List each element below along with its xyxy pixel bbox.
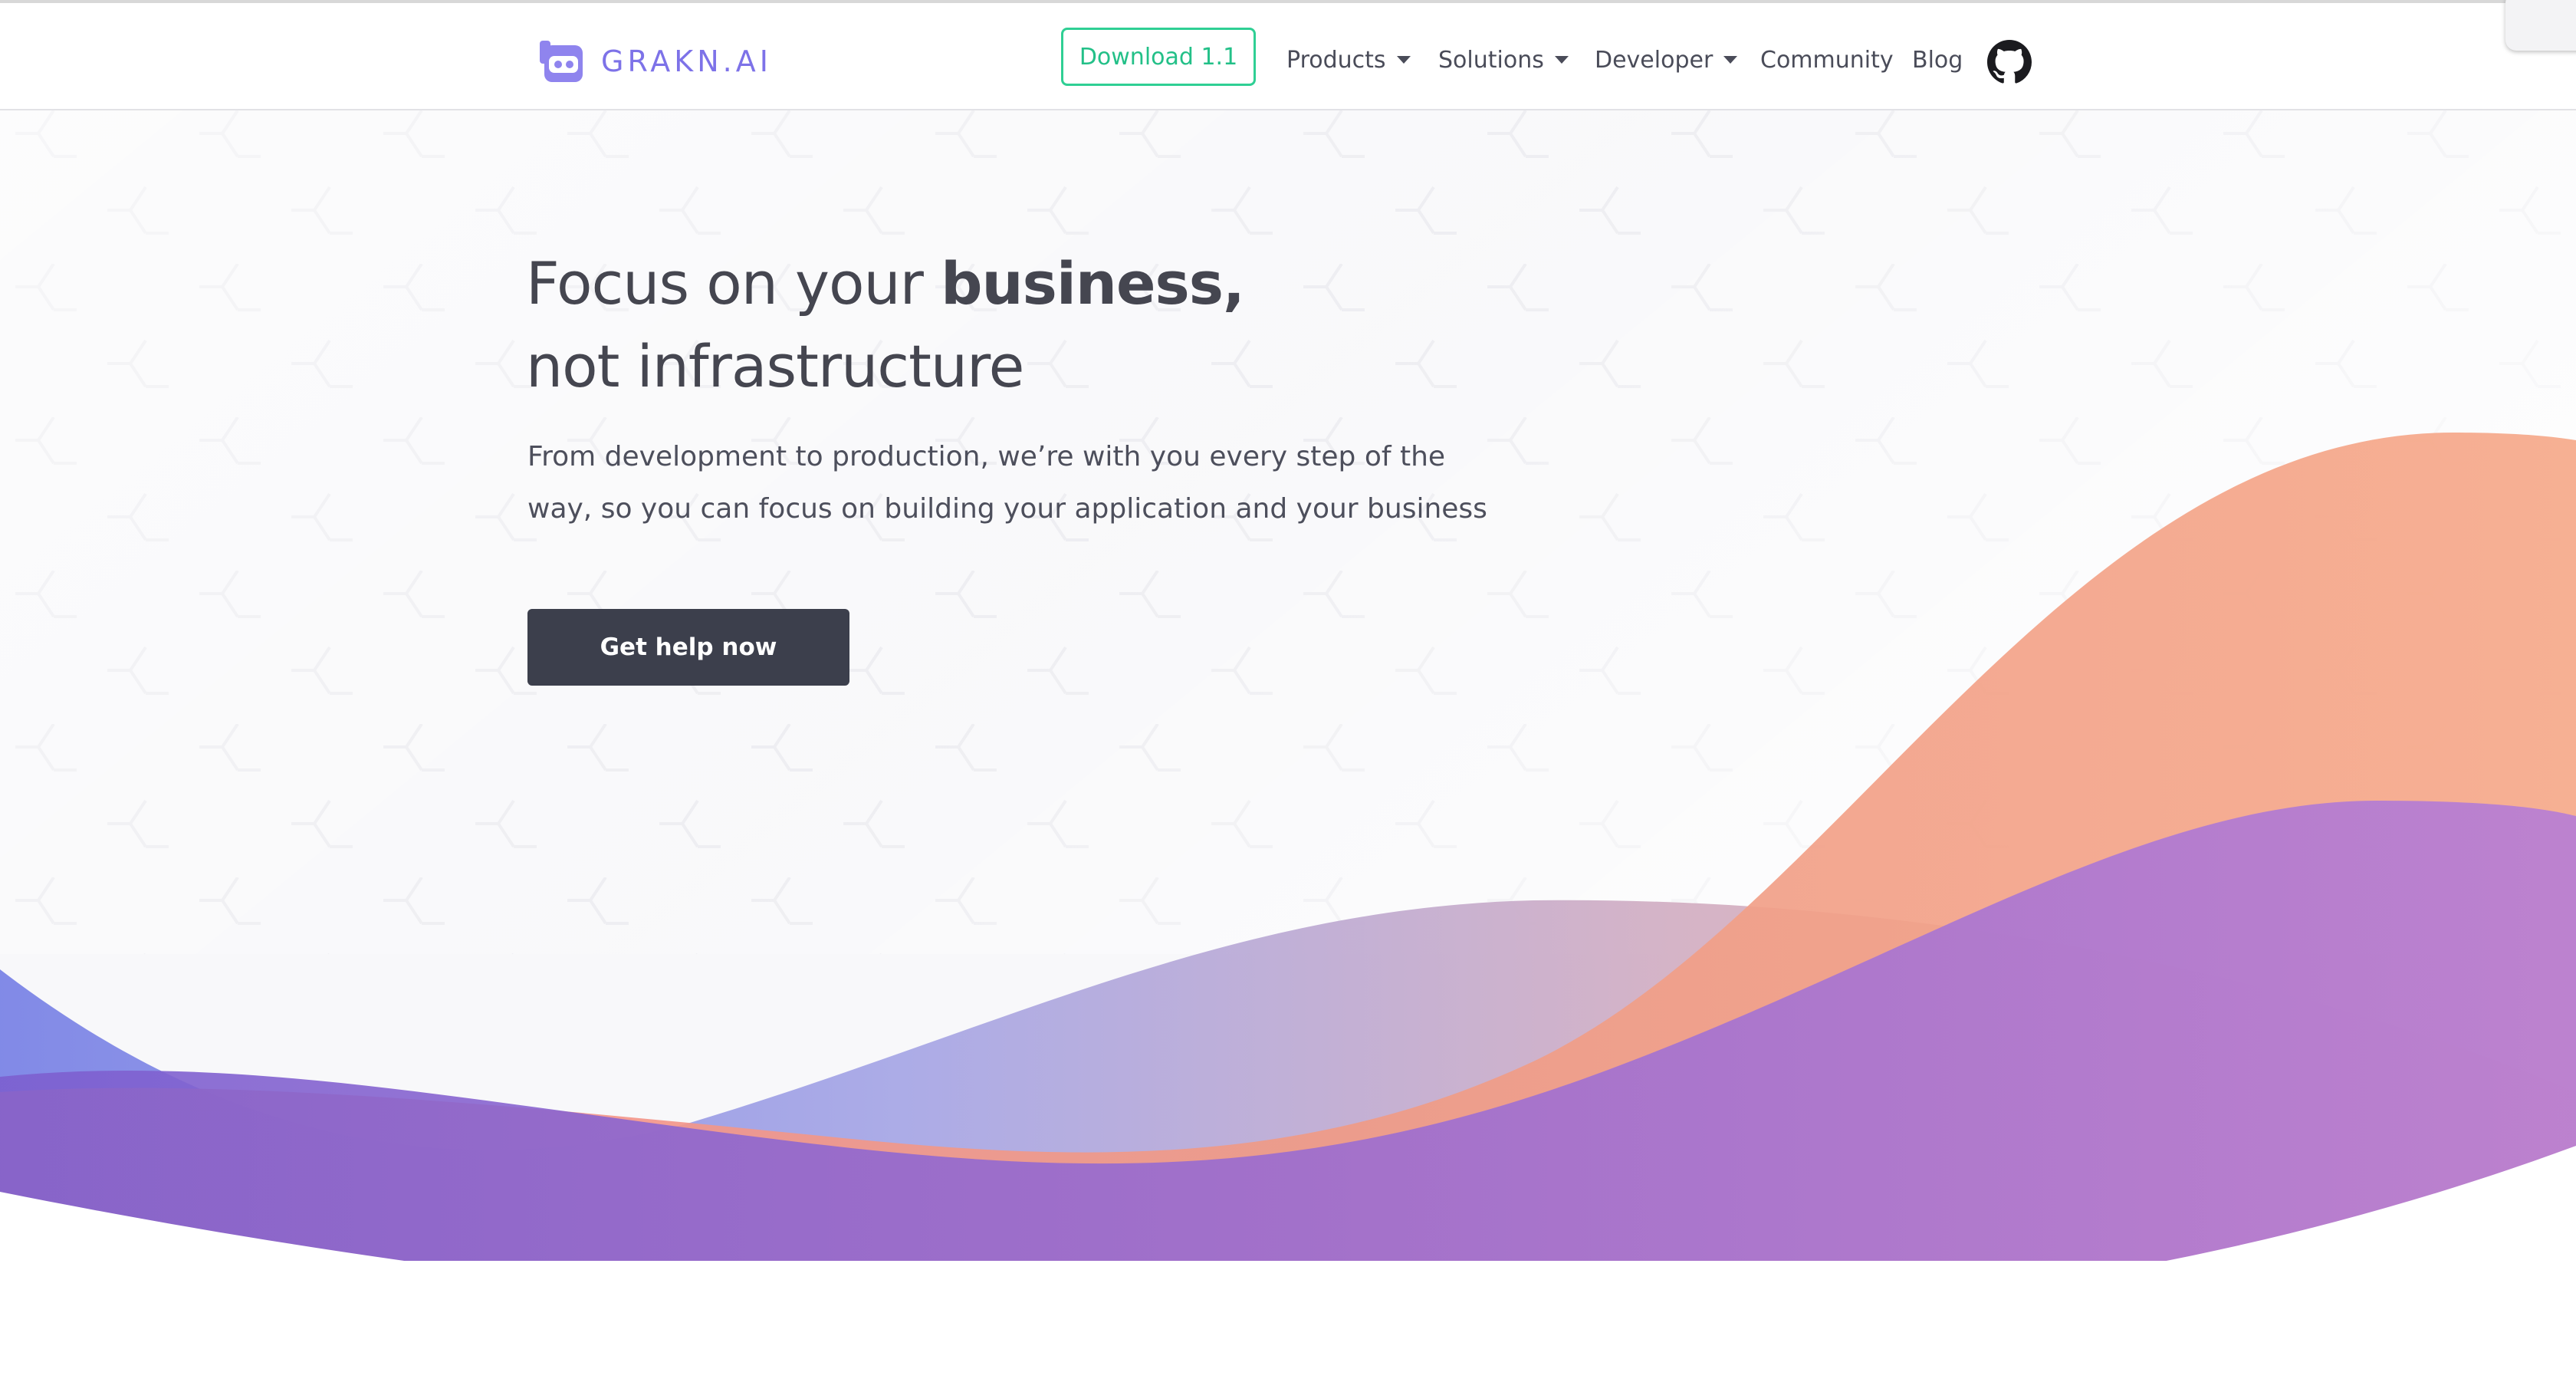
nav-blog[interactable]: Blog <box>1912 41 1963 78</box>
hero-title: Focus on your business, not infrastructur… <box>526 242 1245 408</box>
nav-solutions-label: Solutions <box>1438 46 1544 74</box>
nav-products-label: Products <box>1286 46 1386 74</box>
nav-community-label: Community <box>1760 46 1894 74</box>
hero-description: From development to production, we’re wi… <box>527 431 1493 535</box>
chevron-down-icon <box>1396 56 1411 64</box>
nav-developer-label: Developer <box>1595 46 1714 74</box>
site-header: GRAKN.AI Download 1.1 Products Solutions… <box>0 3 2576 110</box>
nav-developer[interactable]: Developer <box>1595 41 1738 78</box>
hero-description-line1: From development to production, we’re wi… <box>527 441 1446 472</box>
nav-community[interactable]: Community <box>1760 41 1894 78</box>
github-icon[interactable] <box>1987 40 2032 84</box>
hero-title-line2: not infrastructure <box>526 332 1024 400</box>
robot-logo-icon <box>540 41 583 82</box>
logo[interactable]: GRAKN.AI <box>538 37 772 86</box>
hero-description-line2: way, so you can focus on building your a… <box>527 493 1487 525</box>
download-button[interactable]: Download 1.1 <box>1061 28 1256 86</box>
nav-solutions[interactable]: Solutions <box>1438 41 1569 78</box>
nav-products[interactable]: Products <box>1286 41 1411 78</box>
browser-extension-widget[interactable] <box>2505 0 2576 51</box>
get-help-button[interactable]: Get help now <box>527 609 849 686</box>
nav-blog-label: Blog <box>1912 46 1963 74</box>
hero-title-regular: Focus on your <box>526 249 941 318</box>
logo-text: GRAKN.AI <box>601 44 772 78</box>
chevron-down-icon <box>1723 56 1738 64</box>
chevron-down-icon <box>1554 56 1569 64</box>
page: GRAKN.AI Download 1.1 Products Solutions… <box>0 0 2576 1382</box>
hero-title-bold: business, <box>941 249 1245 318</box>
hero-background <box>0 110 2576 1382</box>
